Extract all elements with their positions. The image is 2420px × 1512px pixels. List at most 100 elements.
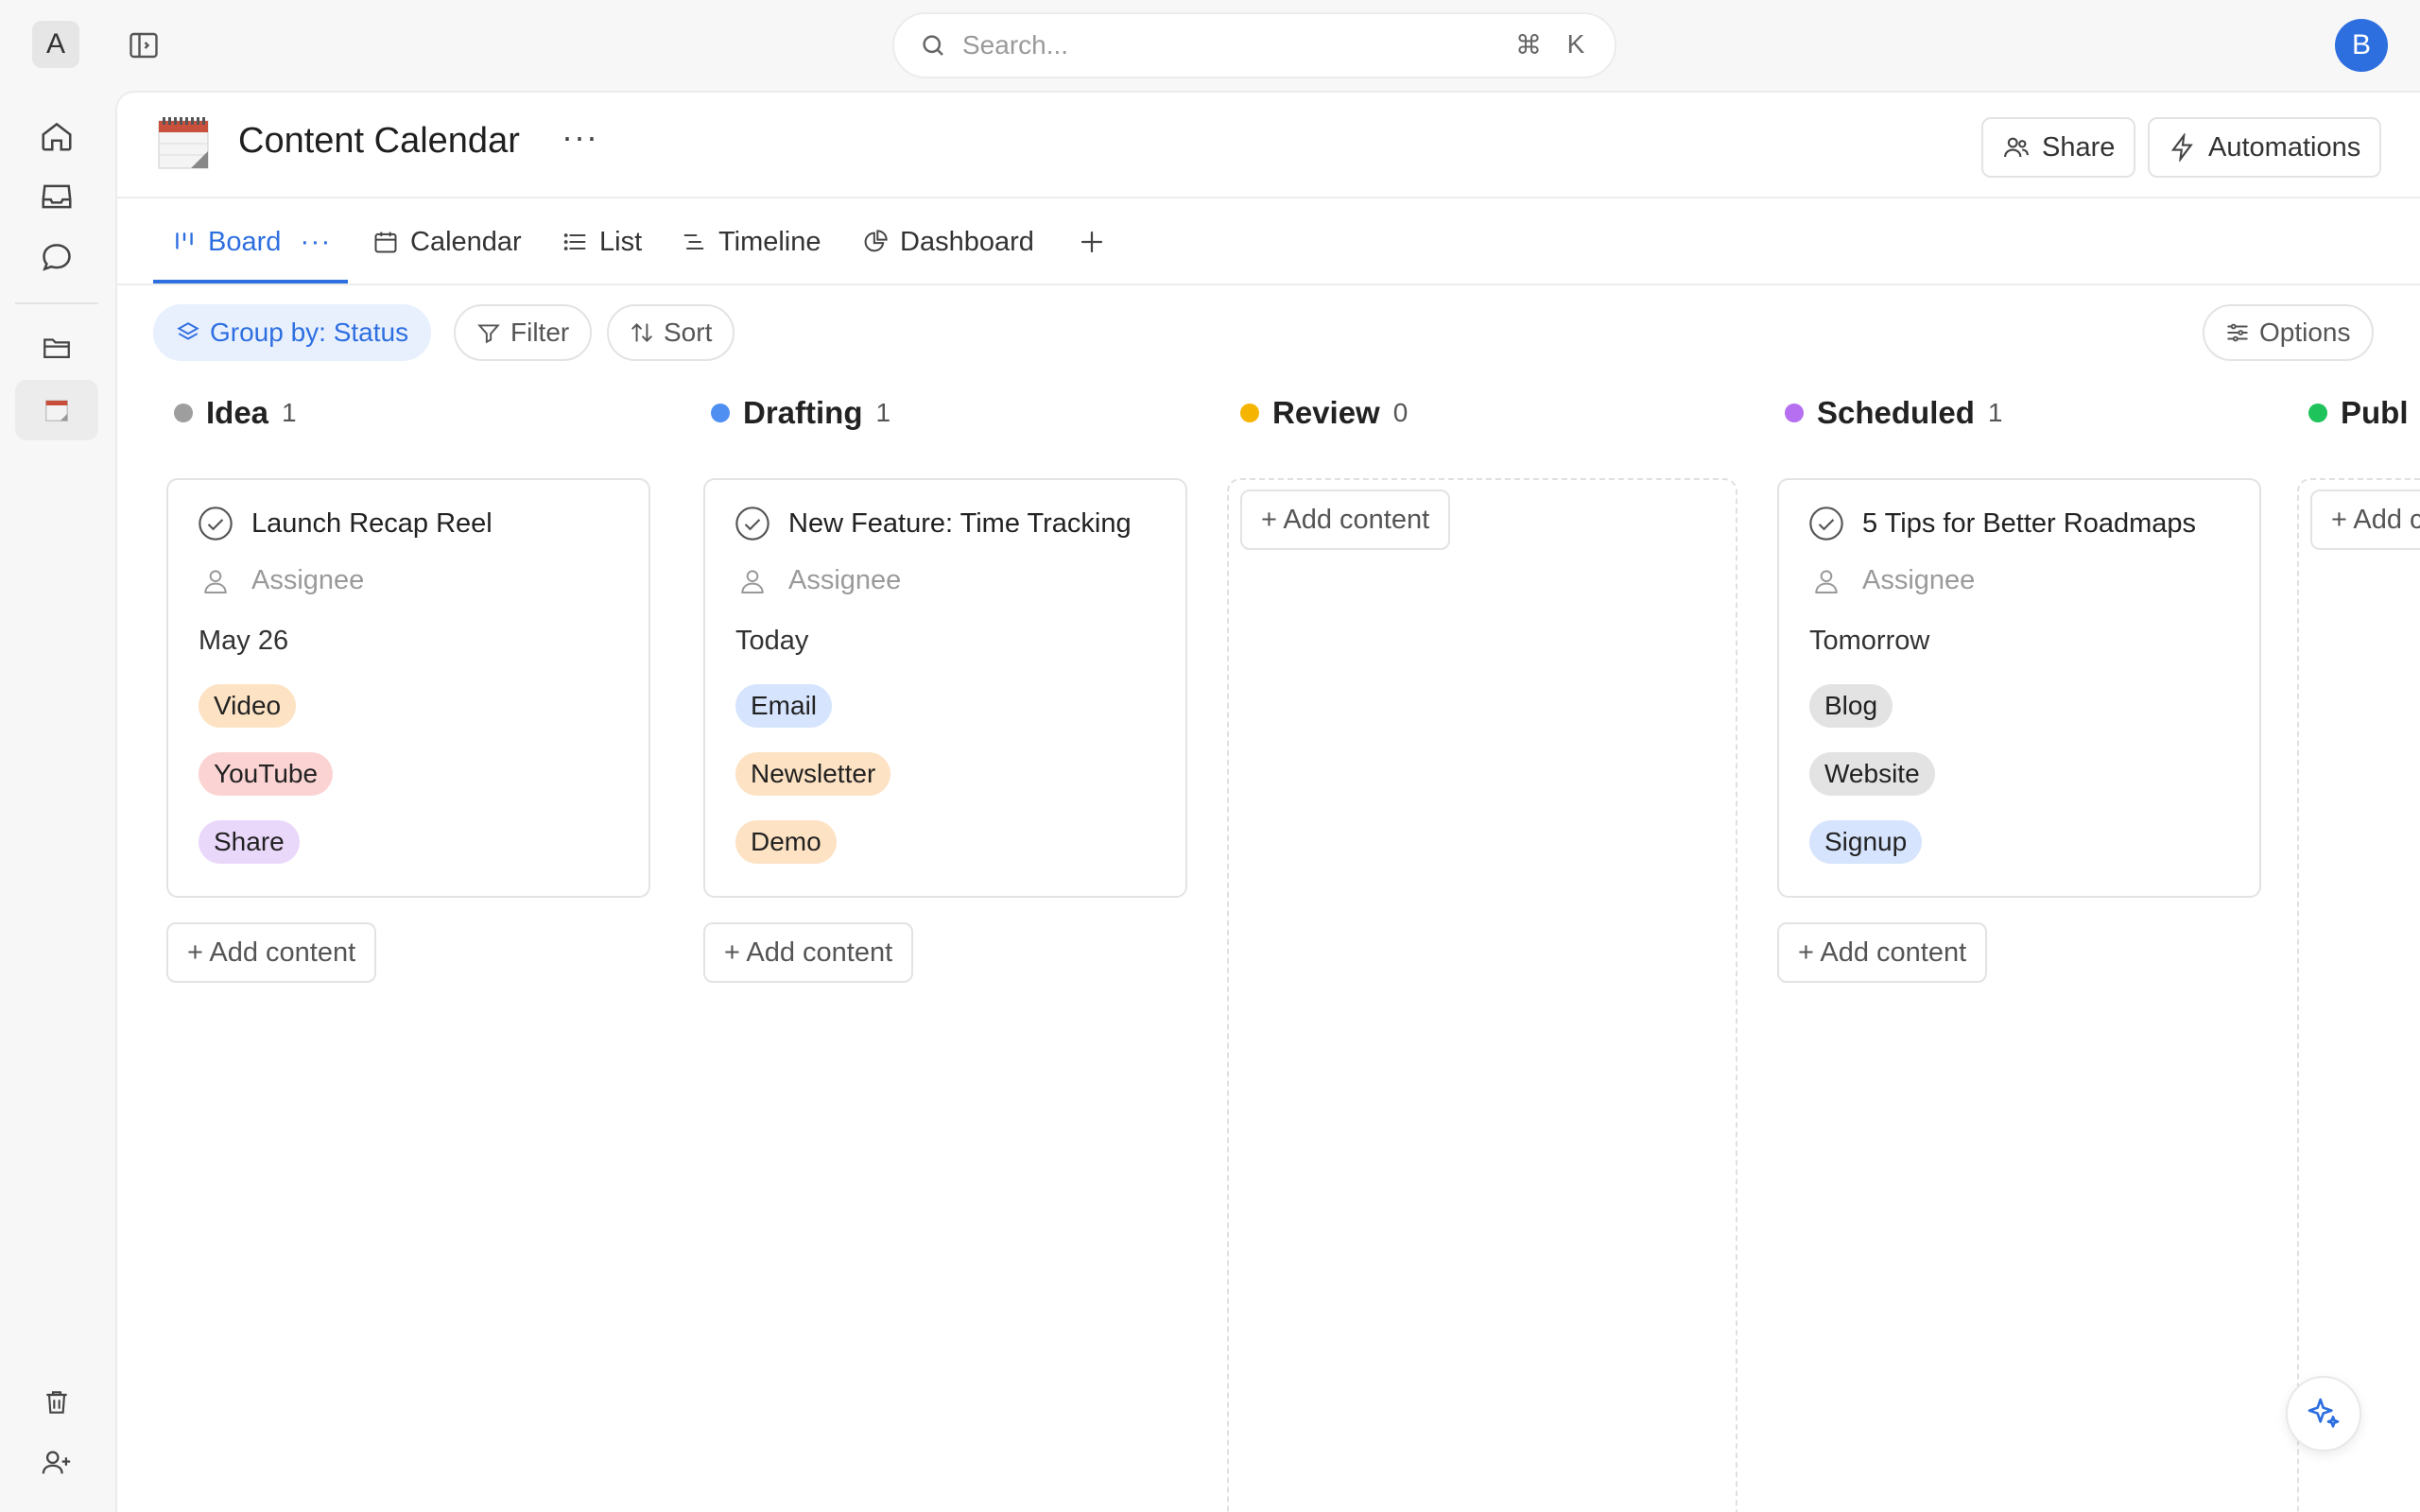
tab-calendar-label: Calendar xyxy=(410,226,522,257)
ai-assistant-button[interactable] xyxy=(2286,1376,2361,1452)
folder-icon[interactable] xyxy=(15,318,98,378)
column-header: Drafting 1 xyxy=(711,395,890,431)
user-avatar[interactable]: B xyxy=(2335,19,2388,72)
invite-user-icon[interactable] xyxy=(15,1433,98,1493)
content-card[interactable]: 5 Tips for Better Roadmaps Assignee Tomo… xyxy=(1777,478,2261,898)
column-name: Review xyxy=(1272,395,1380,430)
filter-button[interactable]: Filter xyxy=(454,304,593,361)
pie-chart-icon xyxy=(862,229,889,255)
card-title: 5 Tips for Better Roadmaps xyxy=(1862,507,2196,539)
column-count: 1 xyxy=(1987,398,2003,427)
plus-icon xyxy=(1078,228,1106,256)
tab-board-label: Board xyxy=(208,226,282,257)
sliders-icon xyxy=(2225,320,2250,345)
column-name: Drafting xyxy=(743,395,863,430)
column-name: Publ xyxy=(2341,395,2409,430)
status-dot xyxy=(711,404,730,422)
page-more-menu[interactable]: ··· xyxy=(562,117,598,157)
status-dot xyxy=(1240,404,1259,422)
tab-list-label: List xyxy=(599,226,643,257)
shortcut-key: K xyxy=(1566,29,1585,59)
search-bar[interactable]: ⌘ K xyxy=(892,12,1616,78)
tab-board[interactable]: Board ··· xyxy=(172,198,331,285)
empty-drop-zone[interactable]: + Add c xyxy=(2297,478,2420,1512)
assignee-field[interactable]: Assignee xyxy=(200,565,364,596)
board-icon xyxy=(172,230,197,254)
sort-button[interactable]: Sort xyxy=(607,304,735,361)
add-view-button[interactable] xyxy=(1078,198,1106,285)
chat-icon[interactable] xyxy=(15,227,98,287)
page-header: Content Calendar ··· Share Automations xyxy=(117,93,2420,198)
column-header: Review 0 xyxy=(1240,395,1408,431)
options-button[interactable]: Options xyxy=(2203,304,2374,361)
tab-timeline[interactable]: Timeline xyxy=(681,198,821,285)
share-label: Share xyxy=(2042,131,2116,163)
status-dot xyxy=(2308,404,2327,422)
column-count: 1 xyxy=(282,398,297,427)
sidebar-toggle-icon[interactable] xyxy=(127,28,161,62)
tag: Blog xyxy=(1809,684,1893,728)
assignee-field[interactable]: Assignee xyxy=(1811,565,1975,596)
home-icon[interactable] xyxy=(15,106,98,166)
column-count: 0 xyxy=(1392,398,1409,427)
person-icon xyxy=(1811,566,1841,596)
rail-divider xyxy=(15,302,98,304)
status-dot xyxy=(174,404,193,422)
tab-dashboard[interactable]: Dashboard xyxy=(862,198,1034,285)
timeline-icon xyxy=(681,229,707,255)
layers-icon xyxy=(176,320,200,345)
page-title: Content Calendar xyxy=(238,121,520,161)
tab-calendar[interactable]: Calendar xyxy=(372,198,522,285)
check-circle-icon[interactable] xyxy=(734,505,771,542)
content-card[interactable]: Launch Recap Reel Assignee May 26 Video … xyxy=(166,478,650,898)
status-dot xyxy=(1785,404,1804,422)
empty-drop-zone[interactable]: + Add content xyxy=(1227,478,1737,1512)
assignee-field[interactable]: Assignee xyxy=(737,565,901,596)
check-circle-icon[interactable] xyxy=(197,505,234,542)
top-bar: A ⌘ K B xyxy=(0,0,2420,91)
search-icon xyxy=(919,31,947,60)
tag: Share xyxy=(199,820,300,864)
add-content-button[interactable]: + Add c xyxy=(2310,490,2420,550)
check-circle-icon[interactable] xyxy=(1807,505,1845,542)
lightning-icon xyxy=(2169,133,2197,162)
tab-timeline-label: Timeline xyxy=(718,226,821,257)
add-content-button[interactable]: + Add content xyxy=(703,922,914,983)
sort-icon xyxy=(630,320,654,345)
users-icon xyxy=(2002,133,2031,162)
share-button[interactable]: Share xyxy=(1981,117,2136,178)
add-content-button[interactable]: + Add content xyxy=(166,922,377,983)
tag: Video xyxy=(199,684,297,728)
person-icon xyxy=(200,566,231,596)
add-content-button[interactable]: + Add content xyxy=(1777,922,1988,983)
shortcut-modifier: ⌘ xyxy=(1515,30,1542,60)
tag: Website xyxy=(1809,752,1935,796)
automations-label: Automations xyxy=(2208,131,2361,163)
tag: Email xyxy=(735,684,833,728)
add-content-button[interactable]: + Add content xyxy=(1240,490,1451,550)
board-toolbar: Group by: Status Filter Sort Options xyxy=(117,285,2420,374)
board-more-icon[interactable]: ··· xyxy=(300,226,331,258)
calendar-icon xyxy=(372,229,399,255)
tag: Signup xyxy=(1809,820,1923,864)
column-header: Idea 1 xyxy=(174,395,297,431)
group-by-button[interactable]: Group by: Status xyxy=(153,304,432,361)
workspace-avatar[interactable]: A xyxy=(32,21,79,68)
column-header: Scheduled 1 xyxy=(1785,395,2002,431)
options-label: Options xyxy=(2259,318,2351,347)
inbox-icon[interactable] xyxy=(15,166,98,227)
search-input[interactable] xyxy=(962,30,1492,60)
person-icon xyxy=(737,566,768,596)
trash-icon[interactable] xyxy=(15,1372,98,1433)
tab-list[interactable]: List xyxy=(562,198,642,285)
column-name: Idea xyxy=(206,395,269,430)
card-date: Tomorrow xyxy=(1809,626,1930,656)
automations-button[interactable]: Automations xyxy=(2148,117,2382,178)
user-initial: B xyxy=(2351,29,2371,60)
list-icon xyxy=(562,229,588,255)
calendar-page-icon[interactable] xyxy=(157,115,210,170)
content-calendar-icon[interactable] xyxy=(15,380,98,440)
active-tab-indicator xyxy=(153,280,348,284)
assignee-placeholder: Assignee xyxy=(1862,565,1976,595)
content-card[interactable]: New Feature: Time Tracking Assignee Toda… xyxy=(703,478,1187,898)
